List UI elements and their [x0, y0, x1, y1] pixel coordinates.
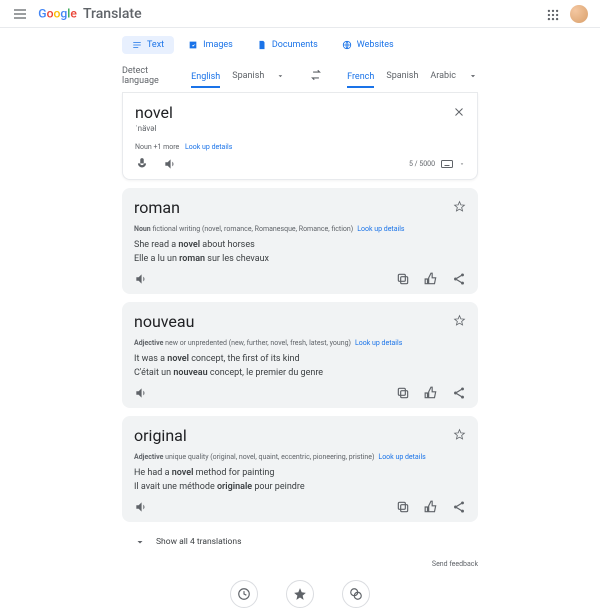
share-icon[interactable] — [452, 272, 466, 286]
result-toolbar — [134, 272, 466, 286]
menu-icon[interactable] — [12, 6, 28, 22]
svg-text:Google: Google — [38, 7, 77, 21]
mode-text[interactable]: Text — [122, 36, 174, 54]
keyboard-icon[interactable] — [441, 159, 453, 169]
image-icon — [188, 40, 198, 50]
source-text[interactable]: novel — [135, 103, 465, 122]
star-button[interactable] — [453, 198, 466, 217]
source-lookup-link[interactable]: Look up details — [185, 143, 232, 151]
result-lookup-link[interactable]: Look up details — [357, 225, 404, 233]
mic-icon[interactable] — [135, 157, 149, 171]
logo[interactable]: Google Translate — [38, 6, 142, 22]
result-example: She read a novel about horsesElle a lu u… — [134, 239, 466, 266]
copy-icon[interactable] — [396, 272, 410, 286]
mode-documents[interactable]: Documents — [247, 36, 328, 54]
lang-french[interactable]: French — [347, 68, 374, 88]
share-icon[interactable] — [452, 500, 466, 514]
result-lookup-link[interactable]: Look up details — [378, 453, 425, 461]
lang-spanish-src[interactable]: Spanish — [232, 67, 264, 85]
speaker-icon[interactable] — [134, 500, 148, 514]
result-toolbar — [134, 500, 466, 514]
star-button[interactable] — [453, 426, 466, 445]
copy-icon[interactable] — [396, 500, 410, 514]
show-all-button[interactable]: Show all 4 translations — [122, 530, 478, 554]
lang-detect[interactable]: Detect language — [122, 62, 179, 90]
document-icon — [257, 40, 267, 50]
mode-text-label: Text — [147, 40, 164, 50]
char-count: 5 / 5000 — [409, 159, 465, 169]
result-meta: Noun fictional writing (novel, romance, … — [134, 225, 466, 233]
bottom-actions — [122, 580, 478, 608]
mode-images-label: Images — [203, 40, 233, 50]
result-example: It was a novel concept, the first of its… — [134, 353, 466, 380]
language-bar: Detect language English Spanish French S… — [122, 62, 478, 93]
result-example: He had a novel method for paintingIl ava… — [134, 467, 466, 494]
chevron-down-icon[interactable] — [459, 161, 465, 167]
send-feedback-link[interactable]: Send feedback — [122, 560, 478, 568]
mode-tabs: Text Images Documents Websites — [122, 36, 478, 54]
source-lang-group: Detect language English Spanish — [122, 62, 285, 90]
source-panel: novel ˈnävəl Noun +1 more Look up detail… — [122, 93, 478, 180]
show-all-label: Show all 4 translations — [156, 537, 242, 547]
source-phonetic: ˈnävəl — [135, 124, 465, 133]
result-meta: Adjective new or unpredented (new, furth… — [134, 339, 466, 347]
rate-icon[interactable] — [424, 386, 438, 400]
apps-icon[interactable] — [546, 7, 560, 21]
speaker-icon[interactable] — [163, 157, 177, 171]
lang-english[interactable]: English — [191, 68, 220, 88]
source-meta: Noun +1 more Look up details — [135, 143, 465, 151]
speaker-icon[interactable] — [134, 272, 148, 286]
contribute-button[interactable] — [342, 580, 370, 608]
speaker-icon[interactable] — [134, 386, 148, 400]
target-lang-group: French Spanish Arabic — [347, 67, 478, 85]
app-name: Translate — [83, 6, 142, 22]
result-lookup-link[interactable]: Look up details — [355, 339, 402, 347]
result-meta: Adjective unique quality (original, nove… — [134, 453, 466, 461]
mode-documents-label: Documents — [272, 40, 318, 50]
clear-button[interactable] — [453, 103, 465, 122]
star-button[interactable] — [453, 312, 466, 331]
share-icon[interactable] — [452, 386, 466, 400]
result-toolbar — [134, 386, 466, 400]
rate-icon[interactable] — [424, 272, 438, 286]
mode-websites[interactable]: Websites — [332, 36, 404, 54]
saved-button[interactable] — [286, 580, 314, 608]
google-logo-icon: Google — [38, 7, 80, 21]
chevron-down-icon[interactable] — [276, 71, 285, 81]
chevron-down-icon[interactable] — [468, 71, 478, 81]
topbar: Google Translate — [0, 0, 600, 28]
avatar[interactable] — [570, 5, 588, 23]
copy-icon[interactable] — [396, 386, 410, 400]
source-meta-prefix: Noun +1 more — [135, 143, 179, 151]
lang-arabic[interactable]: Arabic — [430, 67, 456, 85]
text-icon — [132, 40, 142, 50]
result-card: roman Noun fictional writing (novel, roma… — [122, 188, 478, 294]
rate-icon[interactable] — [424, 500, 438, 514]
globe-icon — [342, 40, 352, 50]
result-card: original Adjective unique quality (origin… — [122, 416, 478, 522]
swap-languages-button[interactable] — [309, 67, 323, 86]
mode-images[interactable]: Images — [178, 36, 243, 54]
mode-websites-label: Websites — [357, 40, 394, 50]
result-word: roman — [134, 198, 466, 217]
lang-spanish-tgt[interactable]: Spanish — [386, 67, 418, 85]
history-button[interactable] — [230, 580, 258, 608]
source-toolbar: 5 / 5000 — [135, 157, 465, 171]
result-word: nouveau — [134, 312, 466, 331]
result-word: original — [134, 426, 466, 445]
result-card: nouveau Adjective new or unpredented (new… — [122, 302, 478, 408]
chevron-down-icon — [134, 536, 146, 548]
